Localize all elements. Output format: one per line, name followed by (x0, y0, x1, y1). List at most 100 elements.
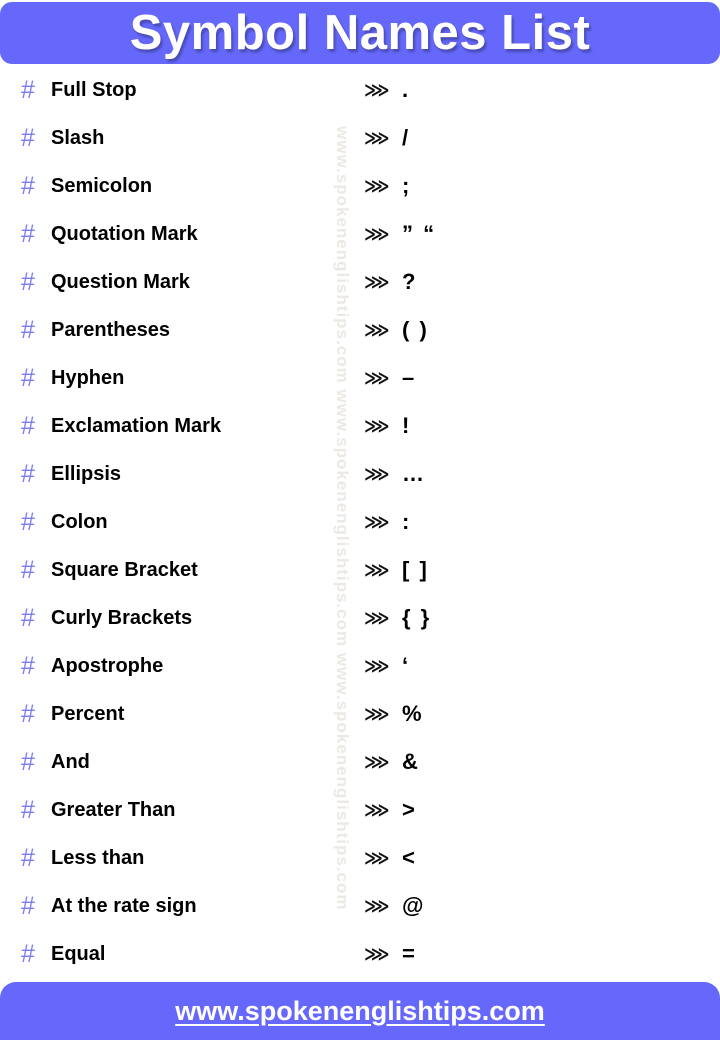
symbol-name-label: Exclamation Mark (51, 414, 222, 437)
symbol-glyph-value: ” “ (402, 221, 437, 246)
symbol-glyph-value: / (402, 125, 411, 150)
hash-bullet-icon: # (21, 267, 35, 296)
triple-chevron-icon: ⋙ (364, 512, 390, 532)
symbol-glyph-value: ; (402, 173, 412, 198)
list-item: # Equal ⋙ = (0, 930, 720, 978)
symbol-name-label: Less than (51, 846, 145, 869)
triple-chevron-icon: ⋙ (364, 464, 390, 484)
symbol-glyph-value: ! (402, 413, 412, 438)
triple-chevron-icon: ⋙ (364, 752, 390, 772)
triple-chevron-icon: ⋙ (364, 896, 390, 916)
symbol-glyph-value: = (402, 941, 417, 966)
symbol-name-label: Colon (51, 510, 108, 533)
triple-chevron-icon: ⋙ (364, 416, 390, 436)
hash-bullet-icon: # (21, 123, 35, 152)
list-item: # Exclamation Mark ⋙! (0, 402, 720, 450)
symbol-name-label: Greater Than (51, 798, 176, 821)
symbol-glyph-value: ? (402, 269, 418, 294)
symbol-glyph-value: { } (402, 605, 432, 630)
symbol-glyph-value: > (402, 797, 417, 822)
website-link[interactable]: www.spokenenglishtips.com (175, 996, 545, 1027)
list-item: # Slash ⋙ / (0, 114, 720, 162)
triple-chevron-icon: ⋙ (364, 224, 390, 244)
hash-bullet-icon: # (21, 603, 35, 632)
list-item: # Colon ⋙: (0, 498, 720, 546)
triple-chevron-icon: ⋙ (364, 704, 390, 724)
hash-bullet-icon: # (21, 891, 35, 920)
triple-chevron-icon: ⋙ (364, 368, 390, 388)
symbol-name-label: Ellipsis (51, 462, 122, 485)
hash-bullet-icon: # (21, 699, 35, 728)
triple-chevron-icon: ⋙ (364, 656, 390, 676)
symbol-glyph-value: ( ) (402, 317, 429, 342)
hash-bullet-icon: # (21, 939, 35, 968)
symbol-glyph-value: – (402, 365, 417, 390)
symbol-name-label: Full Stop (51, 78, 137, 101)
header-banner: Symbol Names List (0, 2, 720, 64)
symbol-glyph-value: : (402, 509, 412, 534)
triple-chevron-icon: ⋙ (364, 128, 390, 148)
symbol-list: # Full Stop ⋙. # Slash ⋙ / # Semicolon ⋙; # Quotati… (0, 66, 720, 978)
triple-chevron-icon: ⋙ (364, 944, 390, 964)
hash-bullet-icon: # (21, 411, 35, 440)
list-item: # Greater Than ⋙ > (0, 786, 720, 834)
footer-banner: www.spokenenglishtips.com (0, 982, 720, 1040)
list-item: # Less than ⋙ < (0, 834, 720, 882)
list-item: # Ellipsis ⋙ … (0, 450, 720, 498)
symbol-name-label: Semicolon (51, 174, 153, 197)
triple-chevron-icon: ⋙ (364, 320, 390, 340)
symbol-glyph-value: … (402, 461, 426, 486)
list-item: # Full Stop ⋙. (0, 66, 720, 114)
symbol-name-label: Equal (51, 942, 106, 965)
symbol-glyph-value: [ ] (402, 557, 429, 582)
symbol-name-label: Quotation Mark (51, 222, 198, 245)
symbol-name-label: Percent (51, 702, 125, 725)
symbol-glyph-value: @ (402, 893, 426, 918)
symbol-name-label: Slash (51, 126, 105, 149)
symbol-name-label: Curly Brackets (51, 606, 193, 629)
hash-bullet-icon: # (21, 315, 35, 344)
symbol-name-label: At the rate sign (51, 894, 197, 917)
symbol-names-list-page: Symbol Names List www.spokenenglishtips.… (0, 0, 720, 1040)
hash-bullet-icon: # (21, 363, 35, 392)
list-item: # Curly Brackets ⋙ { } (0, 594, 720, 642)
hash-bullet-icon: # (21, 171, 35, 200)
triple-chevron-icon: ⋙ (364, 800, 390, 820)
list-item: # Apostrophe ⋙ ‘ (0, 642, 720, 690)
hash-bullet-icon: # (21, 75, 35, 104)
list-item: # Percent ⋙% (0, 690, 720, 738)
symbol-name-label: And (51, 750, 90, 773)
triple-chevron-icon: ⋙ (364, 848, 390, 868)
page-title: Symbol Names List (129, 5, 591, 60)
symbol-glyph-value: ‘ (402, 653, 411, 678)
list-item: # Semicolon ⋙; (0, 162, 720, 210)
triple-chevron-icon: ⋙ (364, 176, 390, 196)
triple-chevron-icon: ⋙ (364, 560, 390, 580)
triple-chevron-icon: ⋙ (364, 80, 390, 100)
symbol-glyph-value: & (402, 749, 420, 774)
list-item: # Square Bracket ⋙ [ ] (0, 546, 720, 594)
hash-bullet-icon: # (21, 651, 35, 680)
list-item: # Parentheses ⋙ ( ) (0, 306, 720, 354)
hash-bullet-icon: # (21, 795, 35, 824)
hash-bullet-icon: # (21, 747, 35, 776)
hash-bullet-icon: # (21, 459, 35, 488)
list-item: # At the rate sign ⋙ @ (0, 882, 720, 930)
symbol-glyph-value: . (402, 77, 411, 102)
hash-bullet-icon: # (21, 843, 35, 872)
triple-chevron-icon: ⋙ (364, 272, 390, 292)
list-item: # Quotation Mark ⋙ ” “ (0, 210, 720, 258)
hash-bullet-icon: # (21, 555, 35, 584)
list-item: # Hyphen ⋙ – (0, 354, 720, 402)
symbol-glyph-value: < (402, 845, 417, 870)
list-item: # And ⋙ & (0, 738, 720, 786)
symbol-name-label: Question Mark (51, 270, 190, 293)
symbol-name-label: Apostrophe (51, 654, 164, 677)
list-item: # Question Mark ⋙? (0, 258, 720, 306)
hash-bullet-icon: # (21, 219, 35, 248)
triple-chevron-icon: ⋙ (364, 608, 390, 628)
symbol-name-label: Square Bracket (51, 558, 198, 581)
symbol-name-label: Hyphen (51, 366, 125, 389)
symbol-glyph-value: % (402, 701, 424, 726)
symbol-name-label: Parentheses (51, 318, 170, 341)
